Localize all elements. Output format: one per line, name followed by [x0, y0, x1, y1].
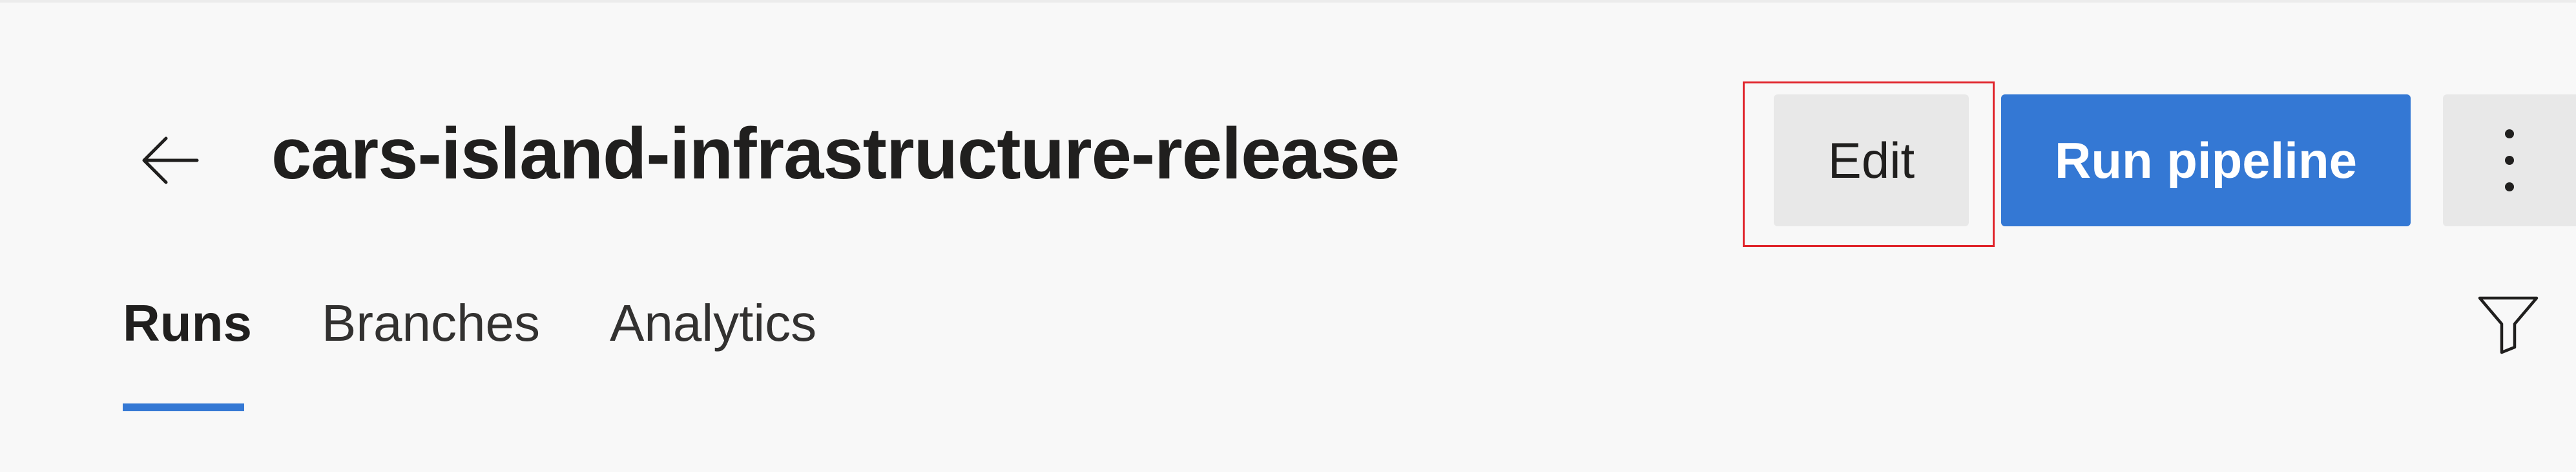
run-pipeline-button[interactable]: Run pipeline — [2001, 94, 2411, 226]
tab-branches[interactable]: Branches — [322, 284, 540, 362]
pipeline-tabs: Runs Branches Analytics — [123, 284, 886, 414]
more-vertical-icon — [2505, 129, 2514, 191]
edit-button[interactable]: Edit — [1774, 94, 1969, 226]
tab-runs[interactable]: Runs — [123, 284, 252, 411]
tab-analytics-label: Analytics — [609, 294, 817, 352]
tab-branches-label: Branches — [322, 294, 540, 352]
arrow-left-icon — [142, 136, 198, 184]
filter-button[interactable] — [2473, 288, 2544, 359]
tab-analytics[interactable]: Analytics — [610, 284, 816, 362]
pipeline-header: cars-island-infrastructure-release Edit … — [0, 0, 2576, 472]
page-title: cars-island-infrastructure-release — [271, 113, 1400, 194]
tab-runs-label: Runs — [123, 294, 252, 352]
active-tab-indicator — [123, 403, 244, 411]
back-button[interactable] — [132, 123, 207, 197]
filter-icon — [2478, 296, 2539, 354]
more-actions-button[interactable] — [2443, 94, 2576, 226]
top-divider — [0, 0, 2576, 3]
